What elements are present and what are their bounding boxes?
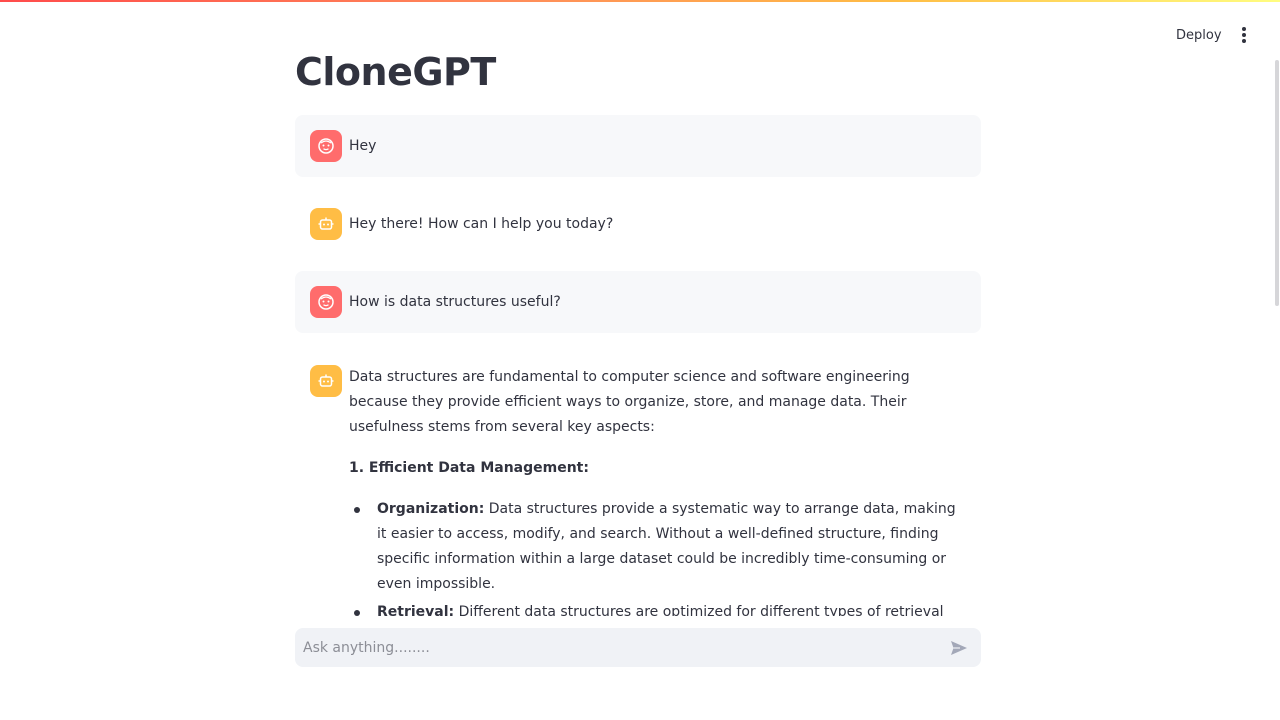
deploy-button[interactable]: Deploy [1166, 22, 1232, 48]
chat-input[interactable] [295, 628, 935, 667]
message-text: How is data structures useful? [349, 294, 561, 310]
chat-input-container [295, 628, 981, 667]
chat-message-assistant: Hey there! How can I help you today? [295, 193, 981, 255]
answer-bullet-list: Organization: Data structures provide a … [349, 497, 969, 616]
more-vertical-icon[interactable] [1233, 23, 1255, 47]
bullet-term: Retrieval: [377, 604, 455, 616]
bot-avatar-icon [310, 365, 342, 397]
bullet-term: Organization: [377, 501, 485, 517]
bullet-icon [354, 507, 360, 513]
chat-message-user: Hey [295, 115, 981, 177]
chat-message-assistant: Data structures are fundamental to compu… [295, 365, 981, 616]
user-avatar-icon [310, 130, 342, 162]
list-item: Retrieval: Different data structures are… [349, 600, 969, 616]
list-item: Organization: Data structures provide a … [349, 497, 969, 597]
chat-message-user: How is data structures useful? [295, 271, 981, 333]
user-avatar-icon [310, 286, 342, 318]
chat-main: CloneGPT Hey Hey there! How can I help y… [295, 0, 981, 616]
bullet-text: Different data structures are optimized … [458, 604, 944, 616]
bot-avatar-icon [310, 208, 342, 240]
answer-intro: Data structures are fundamental to compu… [349, 369, 910, 435]
scrollbar[interactable] [1275, 60, 1279, 306]
page-title: CloneGPT [295, 50, 496, 94]
answer-section-heading: 1. Efficient Data Management: [349, 460, 589, 476]
message-text: Hey [349, 138, 377, 154]
assistant-answer: Data structures are fundamental to compu… [349, 365, 969, 616]
message-text: Hey there! How can I help you today? [349, 216, 614, 232]
send-icon[interactable] [947, 636, 971, 660]
